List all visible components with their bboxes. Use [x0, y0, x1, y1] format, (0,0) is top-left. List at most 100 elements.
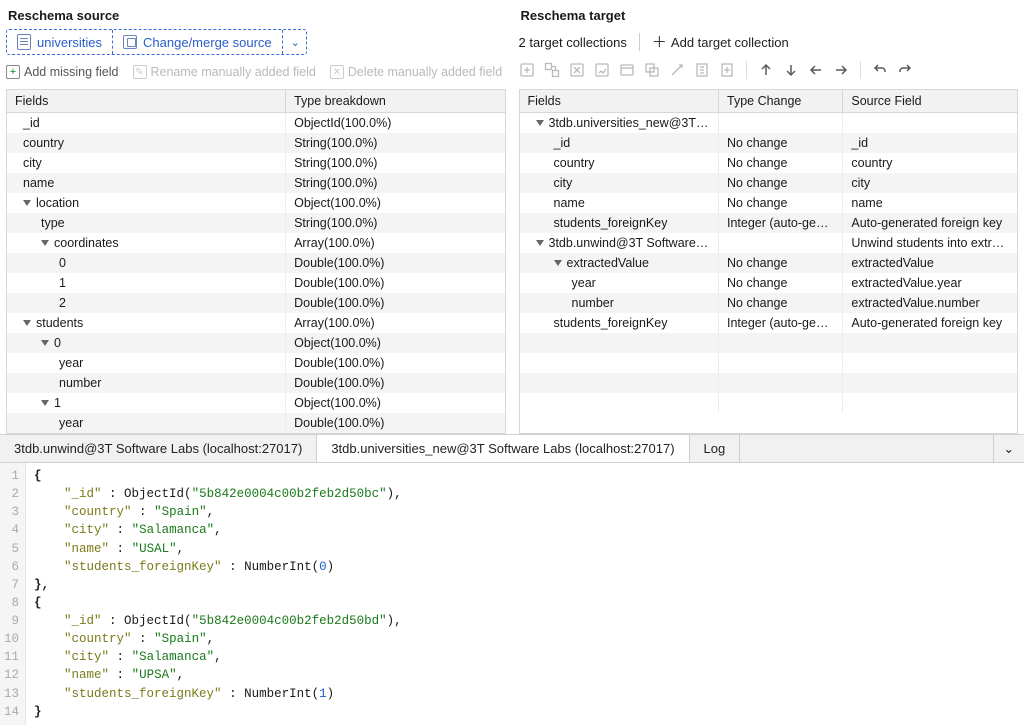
change-cell: No change: [719, 173, 843, 193]
table-row[interactable]: yearNo changeextractedValue.year: [520, 273, 1018, 293]
source-field-cell: extractedValue.year: [843, 273, 1017, 293]
arrow-down-icon[interactable]: [783, 62, 799, 78]
table-row[interactable]: students_foreignKeyInteger (auto-gen…Aut…: [520, 213, 1018, 233]
table-row[interactable]: name String(100.0%): [7, 173, 505, 193]
undo-icon[interactable]: [872, 62, 888, 78]
toolbar-icon[interactable]: [519, 62, 535, 78]
source-field-cell: extractedValue.number: [843, 293, 1017, 313]
target-grid: Fields Type Change Source Field 3tdb.uni…: [519, 89, 1019, 434]
type-cell: Double(100.0%): [286, 413, 505, 433]
table-row[interactable]: cityNo changecity: [520, 173, 1018, 193]
table-row[interactable]: 0Object(100.0%): [7, 333, 505, 353]
table-row[interactable]: numberNo changeextractedValue.number: [520, 293, 1018, 313]
table-row[interactable]: countryNo changecountry: [520, 153, 1018, 173]
table-row[interactable]: 1 Double(100.0%): [7, 273, 505, 293]
col-type[interactable]: Type breakdown: [286, 90, 505, 113]
type-cell: Object(100.0%): [286, 193, 505, 213]
change-cell: No change: [719, 133, 843, 153]
field-name: students: [36, 316, 83, 330]
toolbar-icon[interactable]: [619, 62, 635, 78]
table-row[interactable]: countryString(100.0%): [7, 133, 505, 153]
table-row[interactable]: typeString(100.0%): [7, 213, 505, 233]
disclosure-triangle-icon[interactable]: [41, 400, 49, 406]
toolbar-icon[interactable]: [569, 62, 585, 78]
toolbar-icon[interactable]: [694, 62, 710, 78]
code-viewer[interactable]: 1234567891011121314 { "_id" : ObjectId("…: [0, 463, 1024, 725]
change-merge-dropdown[interactable]: ⌄: [283, 30, 306, 54]
toolbar-icon[interactable]: [644, 62, 660, 78]
table-row[interactable]: locationObject(100.0%): [7, 193, 505, 213]
field-name: 3tdb.universities_new@3T…: [549, 116, 709, 130]
table-row[interactable]: numberDouble(100.0%): [7, 373, 505, 393]
col-change[interactable]: Type Change: [719, 90, 843, 113]
disclosure-triangle-icon[interactable]: [41, 240, 49, 246]
table-row: [520, 353, 1018, 373]
source-collection-button[interactable]: universities: [7, 30, 113, 54]
table-row[interactable]: cityString(100.0%): [7, 153, 505, 173]
table-row[interactable]: yearDouble(100.0%): [7, 353, 505, 373]
table-row[interactable]: coordinatesArray(100.0%): [7, 233, 505, 253]
col-fields[interactable]: Fields: [7, 90, 286, 113]
disclosure-triangle-icon[interactable]: [23, 200, 31, 206]
col-fields[interactable]: Fields: [520, 90, 719, 113]
disclosure-triangle-icon[interactable]: [41, 340, 49, 346]
tab-log[interactable]: Log: [690, 435, 741, 462]
table-row[interactable]: 3tdb.unwind@3T Software… Unwind students …: [520, 233, 1018, 253]
change-cell: Integer (auto-gen…: [719, 313, 843, 333]
table-row[interactable]: 0Double(100.0%): [7, 253, 505, 273]
table-row[interactable]: extractedValueNo changeextractedValue: [520, 253, 1018, 273]
change-cell: No change: [719, 253, 843, 273]
toolbar-icon[interactable]: [719, 62, 735, 78]
col-src[interactable]: Source Field: [843, 90, 1017, 113]
source-grid: Fields Type breakdown _idObjectId(100.0%…: [6, 89, 506, 434]
table-row: [520, 393, 1018, 413]
toolbar-icon[interactable]: [594, 62, 610, 78]
document-icon: [17, 34, 31, 50]
disclosure-triangle-icon[interactable]: [536, 240, 544, 246]
change-cell: No change: [719, 273, 843, 293]
source-field-cell: city: [843, 173, 1017, 193]
code-body: { "_id" : ObjectId("5b842e0004c00b2feb2d…: [26, 463, 410, 725]
source-field-cell: name: [843, 193, 1017, 213]
tab-unwind[interactable]: 3tdb.unwind@3T Software Labs (localhost:…: [0, 435, 317, 462]
field-name: 3tdb.unwind@3T Software…: [549, 236, 709, 250]
table-row[interactable]: students_foreignKeyInteger (auto-gen…Aut…: [520, 313, 1018, 333]
table-row[interactable]: 1Object(100.0%): [7, 393, 505, 413]
disclosure-triangle-icon[interactable]: [536, 120, 544, 126]
tabs-dropdown[interactable]: ⌄: [993, 435, 1024, 462]
type-cell: Array(100.0%): [286, 313, 505, 333]
field-name: students_foreignKey: [554, 316, 668, 330]
type-cell: Double(100.0%): [286, 373, 505, 393]
add-target-collection-button[interactable]: ＋ Add target collection: [652, 35, 789, 50]
source-panel: Reschema source universities Change/merg…: [0, 0, 512, 434]
table-row[interactable]: students Array(100.0%): [7, 313, 505, 333]
tab-universities-new[interactable]: 3tdb.universities_new@3T Software Labs (…: [317, 435, 689, 462]
arrow-right-icon[interactable]: [833, 62, 849, 78]
type-cell: String(100.0%): [286, 173, 505, 193]
add-missing-field-button[interactable]: Add missing field: [6, 65, 119, 79]
disclosure-triangle-icon[interactable]: [554, 260, 562, 266]
disclosure-triangle-icon[interactable]: [23, 320, 31, 326]
toolbar-icon[interactable]: [669, 62, 685, 78]
arrow-left-icon[interactable]: [808, 62, 824, 78]
field-name: 1: [59, 276, 66, 290]
table-row[interactable]: _idObjectId(100.0%): [7, 113, 505, 134]
table-row[interactable]: nameNo changename: [520, 193, 1018, 213]
target-count: 2 target collections: [519, 35, 627, 50]
field-name: name: [23, 176, 54, 190]
table-row[interactable]: 3tdb.universities_new@3T…: [520, 113, 1018, 134]
table-row[interactable]: 2Double(100.0%): [7, 293, 505, 313]
redo-icon[interactable]: [897, 62, 913, 78]
source-title: Reschema source: [6, 6, 506, 29]
type-cell: Double(100.0%): [286, 273, 505, 293]
arrow-up-icon[interactable]: [758, 62, 774, 78]
chevron-down-icon: ⌄: [291, 36, 300, 49]
change-merge-button[interactable]: Change/merge source: [113, 30, 283, 54]
table-row[interactable]: yearDouble(100.0%): [7, 413, 505, 433]
type-cell: String(100.0%): [286, 133, 505, 153]
table-row[interactable]: _idNo change_id: [520, 133, 1018, 153]
rename-field-button: Rename manually added field: [133, 65, 316, 79]
source-field-cell: _id: [843, 133, 1017, 153]
toolbar-icon[interactable]: [544, 62, 560, 78]
source-field-cell: Unwind students into extrac…: [843, 233, 1017, 253]
